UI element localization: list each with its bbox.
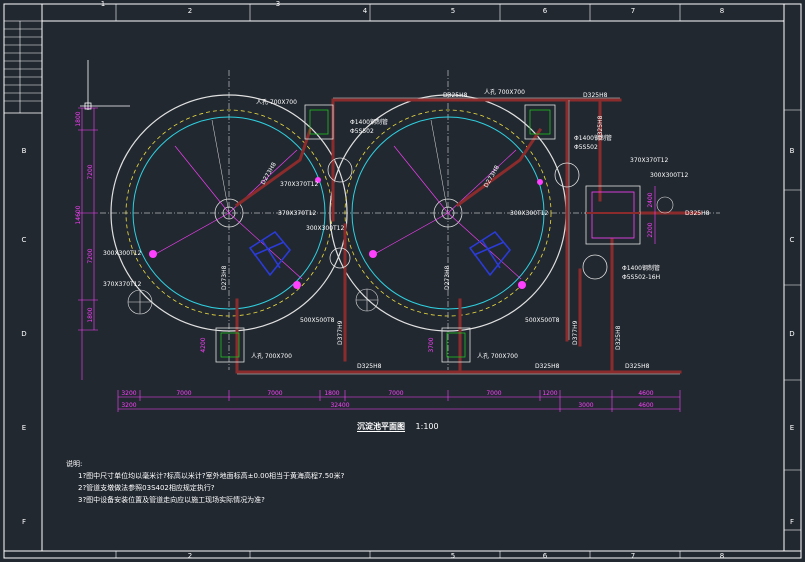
pipe-label: D325H8 — [583, 92, 608, 99]
row-label: E — [790, 424, 794, 432]
row-label: E — [22, 424, 26, 432]
equipment-label: 370X370T12 — [278, 210, 316, 217]
equipment-label: 人孔 700X700 — [484, 88, 525, 96]
dim-left: 1800 — [75, 111, 82, 126]
equipment-label: 人孔 700X700 — [251, 352, 292, 360]
col-label: 5 — [451, 552, 455, 560]
equipment-label: Φ5S502 — [350, 128, 374, 135]
pipe-label: D325H8 — [615, 325, 622, 350]
pipe-label: D325H8 — [685, 210, 710, 217]
dim-bottom: 7000 — [267, 390, 282, 397]
dim-left: 7200 — [87, 248, 94, 263]
equipment-label: 300X300T12 — [103, 250, 141, 257]
dim-right: 2400 — [647, 192, 654, 207]
manhole-top-right — [524, 104, 556, 140]
equipment-label: 500X500T8 — [300, 317, 335, 324]
right-dimension-texts: 2400 2200 — [647, 186, 656, 244]
pipe-network — [234, 98, 702, 374]
equipment-label: 370X370T12 — [630, 157, 668, 164]
pipe-label: D377H9 — [572, 320, 579, 345]
note-item: 2?管道支墩做法参照03S402相应规定执行? — [78, 484, 215, 492]
equipment-label: 300X300T12 — [510, 210, 548, 217]
pipe-label: D325H8 — [535, 363, 560, 370]
pipe-label: D273H8 — [444, 265, 451, 290]
row-label: D — [789, 330, 794, 338]
dim-left: 4200 — [200, 337, 207, 352]
equipment-label: 370X370T12 — [280, 181, 318, 188]
row-label: C — [22, 236, 27, 244]
equipment-label: 300X300T12 — [650, 172, 688, 179]
pipe-label: D325H8 — [357, 363, 382, 370]
outlet-chamber — [585, 185, 641, 245]
col-label: 7 — [631, 7, 635, 15]
equipment-label: Φ1400钢制管 — [350, 118, 388, 126]
pipe-label: D325H8 — [625, 363, 650, 370]
dim-right: 2200 — [647, 222, 654, 237]
col-label: 4 — [363, 7, 368, 15]
col-label: 6 — [543, 552, 548, 560]
dim-left: 7200 — [87, 164, 94, 179]
pipe-label: D325H8 — [443, 92, 468, 99]
col-label: 3 — [276, 0, 280, 8]
dim-left: 1800 — [87, 307, 94, 322]
bottom-dimension-texts: 3200 7000 7000 1800 7000 7000 1200 4600 … — [121, 390, 653, 409]
equipment-label: Φ1400钢制管 — [622, 264, 660, 272]
revision-table — [3, 20, 43, 114]
col-label: 7 — [631, 552, 635, 560]
equipment-label: Φ1400钢制管 — [574, 134, 612, 142]
manhole-bottom-left — [215, 327, 245, 363]
dim-bottom: 1200 — [542, 390, 557, 397]
equipment-label: 人孔 700X700 — [256, 98, 297, 106]
col-label: 5 — [451, 7, 455, 15]
note-item: 3?图中设备安装位置及管道走向应以施工现场实际情况为准? — [78, 496, 265, 504]
row-label: F — [790, 518, 794, 526]
drawing-scale: 1:100 — [415, 422, 439, 431]
equipment-label: Φ5S502-16H — [622, 274, 660, 281]
equipment-label: Φ5S502 — [574, 144, 598, 151]
equipment-label: 人孔 700X700 — [477, 352, 518, 360]
col-label: 2 — [188, 552, 192, 560]
note-item: 1?图中尺寸单位均以毫米计?标高以米计?室外地面标高±0.00相当于黄海高程7.… — [78, 472, 345, 480]
drawing-title-block: 沉淀池平面图 1:100 — [357, 421, 439, 432]
col-label: 8 — [720, 7, 724, 15]
dim-left: 3700 — [428, 337, 435, 352]
axis-crosshair — [80, 60, 130, 110]
row-label: D — [21, 330, 26, 338]
dim-bottom: 3200 — [121, 390, 136, 397]
dim-bottom-total: 32400 — [330, 402, 349, 409]
pipe-label: D377H9 — [337, 320, 344, 345]
col-label: 1 — [101, 0, 105, 8]
equipment-label: 370X370T12 — [103, 281, 141, 288]
equipment-label: 300X300T12 — [306, 225, 344, 232]
col-label: 8 — [720, 552, 724, 560]
design-notes: 说明: 1?图中尺寸单位均以毫米计?标高以米计?室外地面标高±0.00相当于黄海… — [66, 458, 344, 506]
row-label: B — [22, 147, 27, 155]
row-label: B — [790, 147, 795, 155]
col-label: 2 — [188, 7, 192, 15]
dim-bottom: 7000 — [388, 390, 403, 397]
equipment-label: 500X500T8 — [525, 317, 560, 324]
dim-bottom-total: 3000 — [578, 402, 593, 409]
pump-wells — [327, 157, 608, 280]
notes-heading: 说明: — [66, 460, 83, 468]
scraper-left — [248, 230, 292, 277]
dim-left: 14600 — [75, 205, 82, 224]
dim-bottom: 4600 — [638, 390, 653, 397]
dim-bottom: 7000 — [486, 390, 501, 397]
dim-bottom: 1800 — [324, 390, 339, 397]
pipe-label: D273H8 — [221, 265, 228, 290]
dim-bottom-total: 4600 — [638, 402, 653, 409]
col-label: 6 — [543, 7, 548, 15]
dim-bottom: 3200 — [121, 402, 136, 409]
drawing-title: 沉淀池平面图 — [357, 422, 405, 432]
dim-bottom: 7000 — [176, 390, 191, 397]
manhole-bottom-right — [441, 327, 471, 363]
left-dimension-texts: 1800 7200 14600 7200 1800 4200 3700 — [75, 111, 435, 352]
left-dimension-lines — [78, 107, 98, 380]
row-label: C — [790, 236, 795, 244]
row-label: F — [22, 518, 26, 526]
